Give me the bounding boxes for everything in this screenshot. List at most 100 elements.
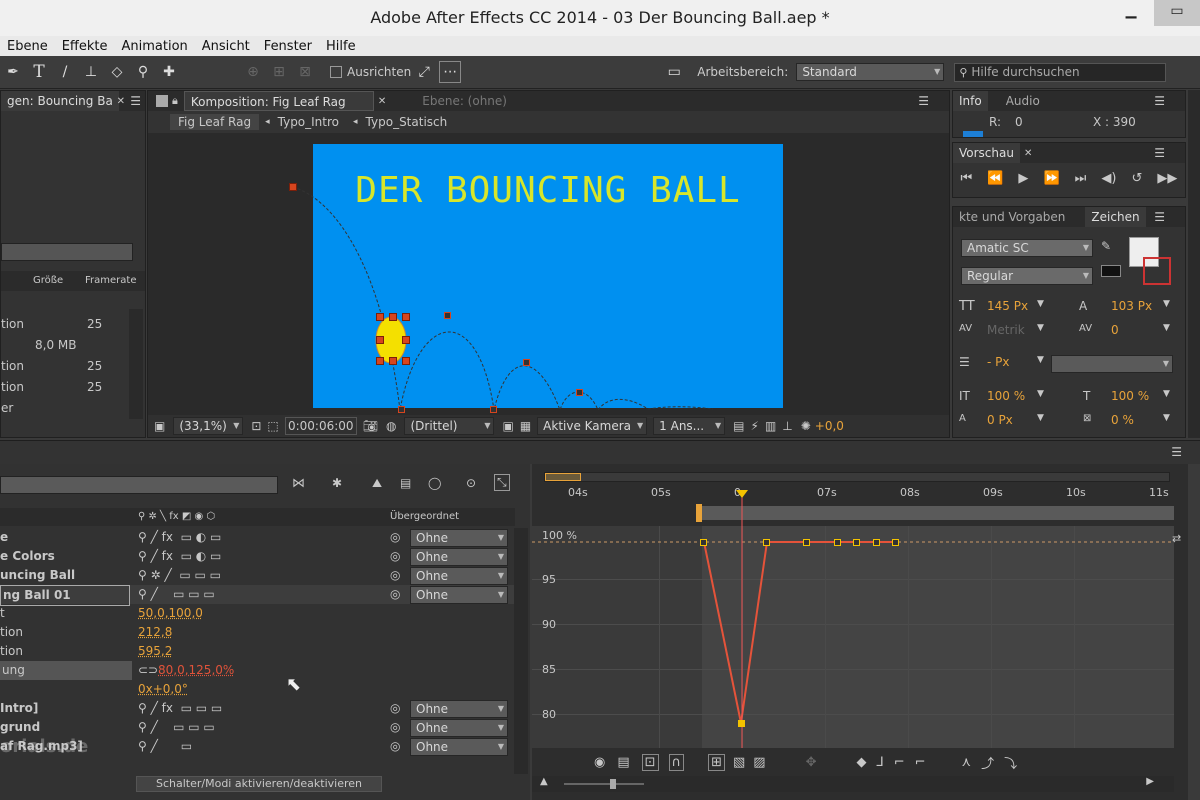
- effects-presets-tab[interactable]: kte und Vorgaben: [953, 207, 1071, 227]
- next-frame-icon[interactable]: ⏩: [1043, 171, 1059, 186]
- bbox-handle[interactable]: [376, 336, 384, 344]
- layer-row[interactable]: uncing Ball ⚲ ✲ ╱ ▭ ▭ ▭ ◎ Ohne: [0, 566, 515, 585]
- workspace-icon[interactable]: ▭: [663, 61, 685, 83]
- layer-row[interactable]: e Colors ⚲ ╱ fx ▭ ◐ ▭ ◎ Ohne: [0, 547, 515, 566]
- property-row[interactable]: 0x+0,0°: [0, 680, 515, 699]
- chevron-down-icon[interactable]: ▼: [1037, 323, 1044, 333]
- always-preview-icon[interactable]: ▣: [154, 419, 165, 433]
- scroll-right-icon[interactable]: ▶: [1146, 776, 1154, 787]
- bbox-handle[interactable]: [376, 313, 384, 321]
- font-family-select[interactable]: Amatic SC: [961, 239, 1093, 257]
- flowchart-icon[interactable]: ⊥: [782, 419, 792, 433]
- ease-out-icon[interactable]: ⤴: [981, 753, 994, 772]
- stamp-tool-icon[interactable]: ⊥: [80, 61, 102, 83]
- stroke-width-value[interactable]: - Px: [987, 355, 1009, 369]
- choose-property-icon[interactable]: ◉: [594, 755, 605, 770]
- first-frame-icon[interactable]: ⏮: [961, 171, 973, 186]
- property-row-scale[interactable]: ung ⊂⊃ 80,0,125,0%: [0, 661, 515, 680]
- ease-both-icon[interactable]: ⤵: [1004, 753, 1017, 772]
- layer-switches[interactable]: ⚲ ╱ fx ▭ ◐ ▭: [138, 547, 221, 566]
- baseline-value[interactable]: 0 Px: [987, 413, 1013, 427]
- layer-switches[interactable]: ⚲ ╱ fx ▭ ◐ ▭: [138, 528, 221, 547]
- bbox-handle[interactable]: [402, 357, 410, 365]
- views-select[interactable]: 1 Ans...: [653, 417, 726, 435]
- auto-bezier-icon[interactable]: ⌐: [894, 755, 905, 770]
- layer-switches[interactable]: ⚲ ╱ ▭ ▭ ▭: [138, 718, 215, 737]
- keyframe[interactable]: [873, 539, 880, 546]
- edit-keyframe-icon[interactable]: ✥: [806, 755, 817, 770]
- parent-select[interactable]: Ohne: [410, 567, 508, 585]
- menu-ansicht[interactable]: Ansicht: [195, 39, 257, 54]
- chevron-down-icon[interactable]: ▼: [1037, 413, 1044, 423]
- easy-ease-icon[interactable]: ⌐: [915, 755, 926, 770]
- path-keyframe[interactable]: [444, 312, 451, 319]
- property-row[interactable]: t 50,0,100,0: [0, 604, 515, 623]
- previous-frame-icon[interactable]: ⏪: [987, 171, 1003, 186]
- menu-ebene[interactable]: Ebene: [0, 39, 55, 54]
- parent-select[interactable]: Ohne: [410, 738, 508, 756]
- col-framerate[interactable]: Framerate: [85, 271, 136, 291]
- brush-tool-icon[interactable]: /: [54, 61, 76, 83]
- pickwhip-icon[interactable]: ◎: [390, 718, 400, 737]
- close-icon[interactable]: ✕: [117, 96, 125, 107]
- tsume-value[interactable]: 0 %: [1111, 413, 1134, 427]
- bbox-handle[interactable]: [389, 313, 397, 321]
- separate-dimensions-icon[interactable]: ▨: [753, 755, 765, 770]
- toggle-switches-modes-button[interactable]: Schalter/Modi aktivieren/deaktivieren: [136, 776, 382, 792]
- graph-end-icon[interactable]: ⇄: [1172, 532, 1181, 545]
- comp-mini-flowchart-icon[interactable]: ⋈: [292, 476, 305, 491]
- chevron-down-icon[interactable]: ▼: [1163, 413, 1170, 423]
- minimize-button[interactable]: ▁: [1108, 0, 1154, 26]
- black-swatch[interactable]: [1101, 265, 1121, 277]
- snap-icon[interactable]: ⤢: [413, 61, 435, 83]
- mask-visibility-icon[interactable]: ⬚: [267, 419, 278, 433]
- snap-icon[interactable]: ∩: [668, 753, 685, 771]
- tracking-value[interactable]: 0: [1111, 323, 1119, 337]
- channel-icon[interactable]: ◍: [386, 419, 396, 433]
- stroke-color-swatch[interactable]: [1143, 257, 1171, 285]
- region-icon[interactable]: ▣: [502, 419, 513, 433]
- motion-blur-icon[interactable]: ◯: [428, 476, 441, 490]
- project-scrollbar[interactable]: [129, 309, 143, 419]
- zoom-select[interactable]: (33,1%): [173, 417, 244, 435]
- axis-world-icon[interactable]: ⊞: [268, 61, 290, 83]
- eyedropper-icon[interactable]: ✎: [1101, 239, 1111, 253]
- graph-type-icon[interactable]: ▤: [617, 755, 629, 770]
- keyframe[interactable]: [892, 539, 899, 546]
- link-icon[interactable]: ⊂⊃: [138, 661, 158, 680]
- parent-select[interactable]: Ohne: [410, 700, 508, 718]
- snapshot-icon[interactable]: 📷︎: [363, 419, 378, 433]
- panel-menu-icon[interactable]: ☰: [130, 94, 141, 108]
- hold-icon[interactable]: ◆: [856, 755, 866, 770]
- font-style-select[interactable]: Regular: [961, 267, 1093, 285]
- keyframe-selected[interactable]: [738, 720, 745, 727]
- project-row[interactable]: tion 25: [1, 315, 125, 334]
- layer-row-selected[interactable]: ng Ball 01 ⚲ ╱ ▭ ▭ ▭ ◎ Ohne: [0, 585, 515, 606]
- zoom-slider-bar[interactable]: ▲ ▶: [532, 776, 1174, 792]
- project-row[interactable]: tion 25: [1, 357, 125, 376]
- fast-preview-icon[interactable]: ⚡: [751, 419, 759, 433]
- keyframe[interactable]: [700, 539, 707, 546]
- pickwhip-icon[interactable]: ◎: [390, 737, 400, 756]
- parent-select[interactable]: Ohne: [410, 586, 508, 604]
- parent-select[interactable]: Ohne: [410, 719, 508, 737]
- pickwhip-icon[interactable]: ◎: [390, 585, 400, 604]
- vertical-scale-value[interactable]: 100 %: [987, 389, 1025, 403]
- project-tab[interactable]: gen: Bouncing Ba: [1, 91, 119, 111]
- workspace-select[interactable]: Standard: [796, 63, 945, 81]
- bbox-handle[interactable]: [402, 336, 410, 344]
- roto-brush-icon[interactable]: ⚲: [132, 61, 154, 83]
- axis-view-icon[interactable]: ⊠: [294, 61, 316, 83]
- play-icon[interactable]: ▶: [1018, 171, 1028, 186]
- audio-tab[interactable]: Audio: [1000, 91, 1046, 111]
- ease-in-icon[interactable]: ⋏: [962, 755, 972, 770]
- align-checkbox[interactable]: [330, 66, 342, 78]
- hide-shy-icon[interactable]: ⛰: [372, 476, 382, 491]
- path-keyframe[interactable]: [398, 406, 405, 413]
- project-row[interactable]: 8,0 MB: [1, 336, 125, 355]
- layer-switches[interactable]: ⚲ ✲ ╱ ▭ ▭ ▭: [138, 566, 221, 585]
- pickwhip-icon[interactable]: ◎: [390, 528, 400, 547]
- chevron-down-icon[interactable]: ▼: [1037, 389, 1044, 399]
- chevron-down-icon[interactable]: ▼: [1037, 355, 1044, 365]
- toggle-pixel-icon[interactable]: ▤: [733, 419, 744, 433]
